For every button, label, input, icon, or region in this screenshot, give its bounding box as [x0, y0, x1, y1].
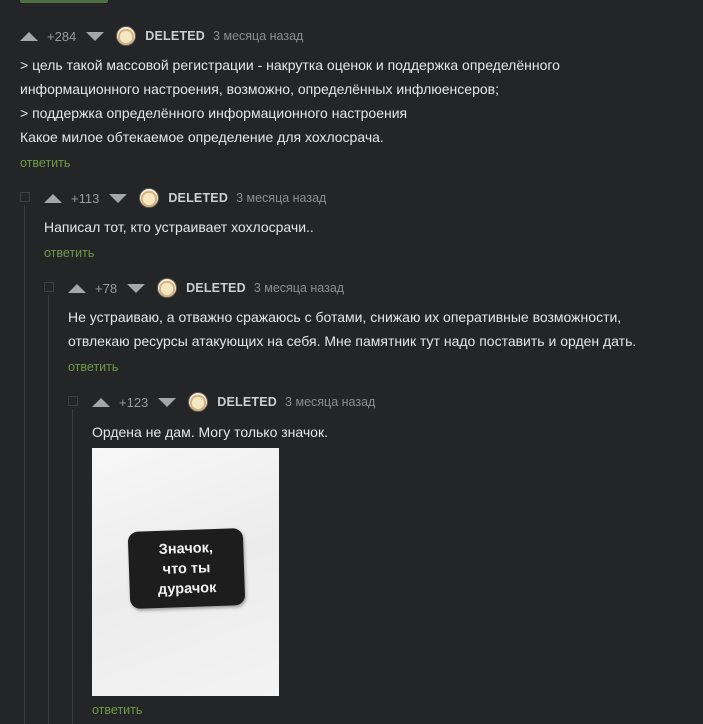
- comment-author[interactable]: DELETED: [217, 395, 277, 409]
- thread-line: [24, 205, 25, 724]
- comment-header: +284 DELETED 3 месяца назад: [20, 26, 303, 46]
- comment-time[interactable]: 3 месяца назад: [254, 281, 344, 295]
- comment-author[interactable]: DELETED: [186, 281, 246, 295]
- thread-line: [72, 409, 73, 724]
- downvote-icon[interactable]: [127, 283, 146, 293]
- badge-pin: Значок, что ты дурачок: [127, 528, 246, 609]
- comment-header: +123 DELETED 3 месяца назад: [92, 392, 375, 412]
- downvote-icon[interactable]: [109, 193, 128, 203]
- upvote-icon[interactable]: [68, 283, 86, 293]
- comment-author[interactable]: DELETED: [145, 29, 205, 43]
- top-accent-bar: [20, 0, 108, 3]
- comment-rating: +123: [119, 394, 149, 410]
- comment-image[interactable]: Значок, что ты дурачок: [92, 448, 279, 696]
- comment-header: +78 DELETED 3 месяца назад: [68, 278, 344, 298]
- comment-rating: +78: [95, 280, 118, 296]
- comment-line: Какое милое обтекаемое определение для х…: [20, 129, 384, 145]
- comment-line: Ордена не дам. Могу только значок.: [92, 424, 328, 440]
- avatar[interactable]: [188, 392, 209, 412]
- comment-time[interactable]: 3 месяца назад: [236, 191, 326, 205]
- comment-time[interactable]: 3 месяца назад: [285, 395, 375, 409]
- comment-line: Не устраиваю, а отважно сражаюсь с ботам…: [68, 309, 622, 325]
- thread-line: [48, 295, 49, 724]
- upvote-icon[interactable]: [44, 193, 62, 203]
- comment-body: Написал тот, кто устраивает хохлосрачи..: [44, 215, 314, 239]
- collapse-toggle[interactable]: [20, 192, 30, 202]
- reply-link[interactable]: ответить: [92, 703, 142, 717]
- downvote-icon[interactable]: [158, 397, 177, 407]
- comment-line: > поддержка определённого информационног…: [20, 105, 408, 121]
- badge-text-line: дурачок: [157, 579, 217, 598]
- comment-header: +113 DELETED 3 месяца назад: [44, 188, 326, 208]
- upvote-icon[interactable]: [20, 31, 38, 41]
- avatar[interactable]: [139, 188, 160, 208]
- comment-body: Ордена не дам. Могу только значок.: [92, 420, 328, 444]
- comment-line: отвлекаю ресурсы атакующих на себя. Мне …: [68, 333, 637, 349]
- avatar[interactable]: [157, 278, 178, 298]
- reply-link[interactable]: ответить: [20, 156, 70, 170]
- collapse-toggle[interactable]: [44, 282, 54, 292]
- comment-time[interactable]: 3 месяца назад: [213, 29, 303, 43]
- comment-body: Не устраиваю, а отважно сражаюсь с ботам…: [68, 305, 636, 353]
- reply-link[interactable]: ответить: [68, 360, 118, 374]
- comment-body: > цель такой массовой регистрации - накр…: [20, 53, 560, 149]
- comment-rating: +113: [71, 190, 100, 206]
- reply-link[interactable]: ответить: [44, 246, 94, 260]
- comment-line: > цель такой массовой регистрации - накр…: [20, 57, 560, 73]
- comment-author[interactable]: DELETED: [168, 191, 228, 205]
- upvote-icon[interactable]: [92, 397, 110, 407]
- comment-line: Написал тот, кто устраивает хохлосрачи..: [44, 219, 314, 235]
- collapse-toggle[interactable]: [68, 396, 78, 406]
- downvote-icon[interactable]: [86, 31, 105, 41]
- avatar[interactable]: [116, 26, 137, 46]
- comment-rating: +284: [47, 28, 77, 44]
- comment-line: информационного настроения, возможно, оп…: [20, 81, 499, 97]
